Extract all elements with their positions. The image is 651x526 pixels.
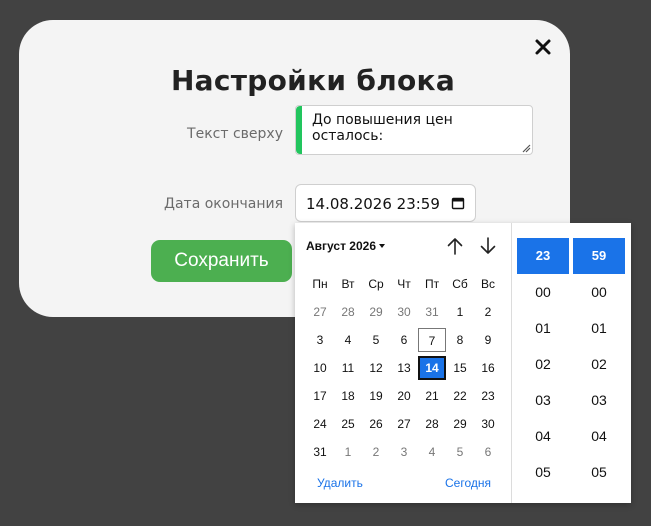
weekday-label: Пн (312, 277, 328, 291)
calendar-day[interactable]: 6 (390, 328, 418, 352)
calendar-day[interactable]: 10 (306, 356, 334, 380)
calendar-day[interactable]: 15 (446, 356, 474, 380)
minute-option[interactable]: 00 (573, 274, 625, 310)
hour-option[interactable]: 23 (517, 238, 569, 274)
calendar-day[interactable]: 3 (390, 440, 418, 464)
delete-date-button[interactable]: Удалить (317, 476, 363, 490)
calendar-day[interactable]: 28 (418, 412, 446, 436)
arrow-down-icon (480, 237, 496, 254)
calendar-day[interactable]: 11 (334, 356, 362, 380)
calendar-day[interactable]: 18 (334, 384, 362, 408)
modal-title: Настройки блока (170, 64, 456, 97)
calendar-day[interactable]: 24 (306, 412, 334, 436)
calendar-day[interactable]: 19 (362, 384, 390, 408)
calendar-day[interactable]: 8 (446, 328, 474, 352)
calendar-day[interactable]: 12 (362, 356, 390, 380)
minute-option[interactable]: 04 (573, 418, 625, 454)
calendar-day[interactable]: 27 (306, 300, 334, 324)
end-date-label: Дата окончания (164, 196, 283, 212)
weekday-label: Сб (452, 277, 468, 291)
calendar-day[interactable]: 5 (446, 440, 474, 464)
next-month-button[interactable] (478, 236, 498, 256)
calendar-day[interactable]: 7 (418, 328, 446, 352)
resize-grip-icon[interactable] (521, 143, 531, 153)
weekday-label: Вт (341, 277, 355, 291)
calendar-day[interactable]: 4 (418, 440, 446, 464)
calendar-day[interactable]: 5 (362, 328, 390, 352)
calendar-pane: Август 2026 Пн Вт Ср Чт Пт Сб Вс 27 28 29 30 31 1 2 3… (295, 223, 509, 503)
calendar-day[interactable]: 13 (390, 356, 418, 380)
calendar-day[interactable]: 9 (474, 328, 502, 352)
calendar-day[interactable]: 2 (362, 440, 390, 464)
calendar-day[interactable]: 6 (474, 440, 502, 464)
hour-option[interactable]: 03 (517, 382, 569, 418)
weekday-label: Ср (368, 277, 384, 291)
calendar-day[interactable]: 29 (362, 300, 390, 324)
top-text-field[interactable]: До повышения цен осталось: (295, 105, 533, 155)
close-button[interactable] (532, 36, 554, 58)
minute-option[interactable]: 03 (573, 382, 625, 418)
hour-option[interactable]: 04 (517, 418, 569, 454)
calendar-day[interactable]: 28 (334, 300, 362, 324)
calendar-day[interactable]: 1 (446, 300, 474, 324)
previous-month-button[interactable] (445, 236, 465, 256)
weekday-label: Вс (480, 277, 495, 291)
close-icon (535, 39, 551, 55)
hour-option[interactable]: 00 (517, 274, 569, 310)
calendar-day[interactable]: 2 (474, 300, 502, 324)
minute-option[interactable]: 05 (573, 454, 625, 490)
picker-divider (511, 223, 512, 503)
top-text-value: До повышения цен осталось: (312, 112, 453, 144)
calendar-icon[interactable] (451, 196, 465, 210)
today-button[interactable]: Сегодня (445, 476, 491, 490)
minute-option[interactable]: 01 (573, 310, 625, 346)
month-year-select[interactable]: Август 2026 (306, 239, 385, 253)
field-accent-bar (296, 106, 302, 154)
hour-option[interactable]: 05 (517, 454, 569, 490)
save-button[interactable]: Сохранить (151, 240, 292, 282)
calendar-day[interactable]: 27 (390, 412, 418, 436)
month-year-label: Август 2026 (306, 239, 376, 253)
caret-down-icon (379, 243, 385, 248)
weekday-label: Чт (397, 277, 411, 291)
top-text-label: Текст сверху (187, 126, 283, 142)
calendar-day[interactable]: 22 (446, 384, 474, 408)
calendar-day[interactable]: 25 (334, 412, 362, 436)
date-picker-popup: Август 2026 Пн Вт Ср Чт Пт Сб Вс 27 28 29 30 31 1 2 3… (295, 223, 631, 503)
calendar-day[interactable]: 23 (474, 384, 502, 408)
hour-option[interactable]: 02 (517, 346, 569, 382)
calendar-day[interactable]: 1 (334, 440, 362, 464)
calendar-day[interactable]: 16 (474, 356, 502, 380)
end-date-input[interactable]: 14.08.2026 23:59 (295, 184, 476, 222)
calendar-day[interactable]: 17 (306, 384, 334, 408)
hour-option[interactable]: 01 (517, 310, 569, 346)
calendar-day[interactable]: 30 (390, 300, 418, 324)
minute-option[interactable]: 02 (573, 346, 625, 382)
end-date-value: 14.08.2026 23:59 (306, 195, 440, 213)
weekday-label: Пт (424, 277, 440, 291)
calendar-day[interactable]: 30 (474, 412, 502, 436)
minute-option[interactable]: 59 (573, 238, 625, 274)
calendar-day[interactable]: 31 (306, 440, 334, 464)
calendar-day[interactable]: 20 (390, 384, 418, 408)
calendar-day[interactable]: 14 (418, 356, 446, 380)
calendar-day[interactable]: 21 (418, 384, 446, 408)
calendar-day[interactable]: 4 (334, 328, 362, 352)
calendar-day[interactable]: 31 (418, 300, 446, 324)
calendar-day[interactable]: 3 (306, 328, 334, 352)
arrow-up-icon (447, 238, 463, 255)
calendar-day[interactable]: 29 (446, 412, 474, 436)
calendar-day[interactable]: 26 (362, 412, 390, 436)
